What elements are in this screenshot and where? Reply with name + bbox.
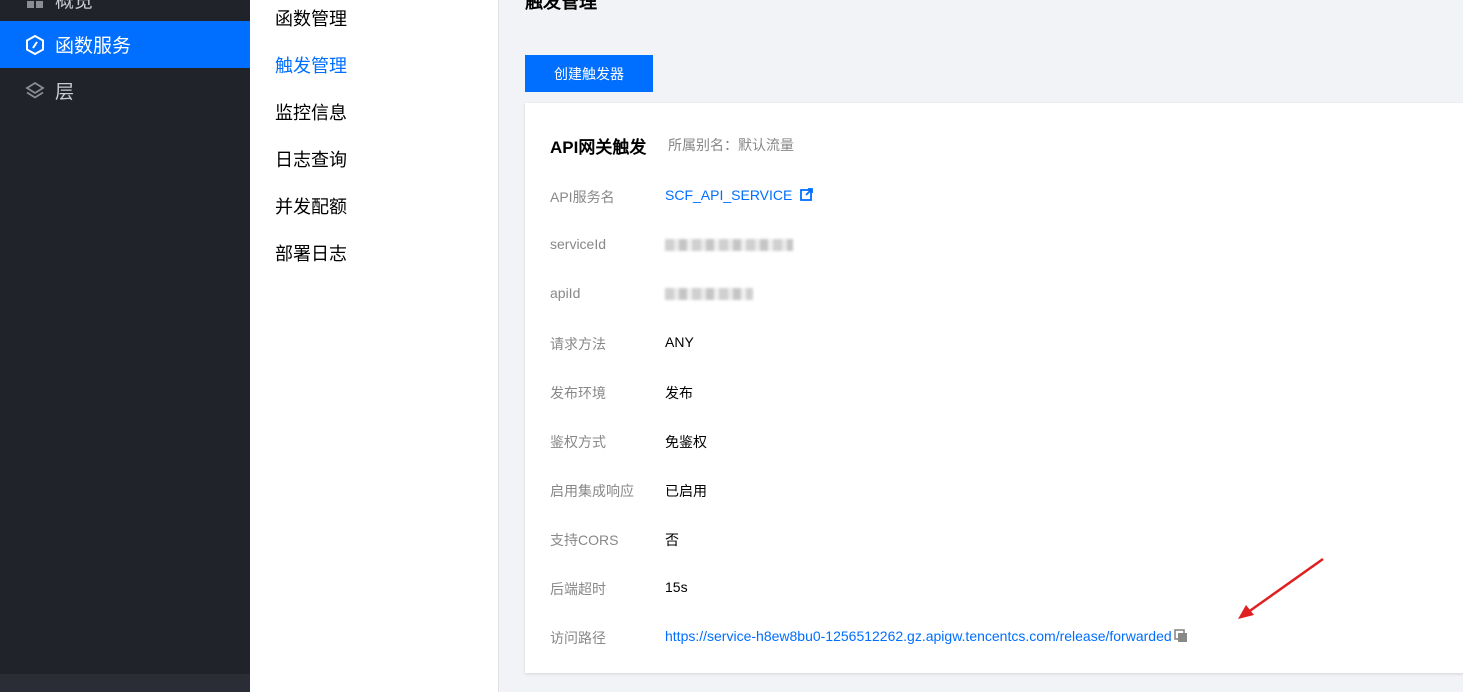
api-service-value[interactable]: SCF_API_SERVICE — [665, 187, 792, 203]
sidebar-item-function-service[interactable]: 函数服务 — [0, 21, 250, 68]
function-submenu: 函数管理 触发管理 监控信息 日志查询 并发配额 部署日志 — [250, 0, 499, 692]
sidebar-item-label: 概览 — [55, 0, 94, 12]
trigger-card-title: API网关触发 — [550, 138, 647, 157]
row-label: API服务名 — [550, 189, 615, 205]
row-label: 鉴权方式 — [550, 434, 606, 450]
sidebar-item-label: 函数服务 — [55, 36, 132, 57]
integration-response-value: 已启用 — [665, 483, 707, 499]
request-method-value: ANY — [665, 334, 694, 350]
api-id-value-blurred — [665, 285, 753, 301]
sidebar-item-label: 层 — [55, 82, 75, 103]
cors-value: 否 — [665, 532, 679, 548]
sidebar-item-overview[interactable]: 概览 — [0, 0, 250, 23]
row-label: 启用集成响应 — [550, 483, 634, 499]
submenu-item-deploy-log[interactable]: 部署日志 — [275, 240, 347, 266]
submenu-item-function-management[interactable]: 函数管理 — [275, 5, 347, 31]
submenu-item-monitoring[interactable]: 监控信息 — [275, 99, 347, 125]
access-path-value[interactable]: https://service-h8ew8bu0-1256512262.gz.a… — [665, 628, 1172, 644]
annotation-arrow — [1238, 557, 1324, 619]
row-label: 后端超时 — [550, 581, 606, 597]
sidebar-item-layers[interactable]: 层 — [0, 67, 250, 114]
submenu-item-concurrency-quota[interactable]: 并发配额 — [275, 193, 347, 219]
layers-icon — [25, 81, 45, 101]
row-label: 访问路径 — [550, 630, 606, 646]
row-label: serviceId — [550, 236, 607, 252]
row-label: 支持CORS — [550, 532, 619, 548]
backend-timeout-value: 15s — [665, 579, 688, 595]
submenu-item-log-query[interactable]: 日志查询 — [275, 146, 347, 172]
sidebar: 概览 函数服务 层 — [0, 0, 250, 692]
sidebar-footer — [0, 674, 250, 692]
service-id-value-blurred — [665, 236, 793, 252]
api-service-link[interactable]: SCF_API_SERVICE — [665, 187, 814, 204]
page-title: 触发管理 — [525, 0, 597, 12]
auth-method-value: 免鉴权 — [665, 434, 707, 450]
row-label: 请求方法 — [550, 336, 606, 352]
create-trigger-button[interactable]: 创建触发器 — [525, 55, 653, 92]
function-icon — [25, 34, 45, 55]
release-env-value: 发布 — [665, 385, 693, 401]
external-link-icon[interactable] — [800, 188, 814, 204]
access-path-link[interactable]: https://service-h8ew8bu0-1256512262.gz.a… — [665, 628, 1188, 646]
row-label: 发布环境 — [550, 385, 606, 401]
submenu-item-trigger-management[interactable]: 触发管理 — [275, 52, 347, 78]
overview-icon — [25, 0, 45, 10]
copy-icon[interactable] — [1173, 628, 1188, 646]
trigger-alias: 所属别名：默认流量 — [668, 137, 794, 153]
row-label: apiId — [550, 285, 581, 301]
